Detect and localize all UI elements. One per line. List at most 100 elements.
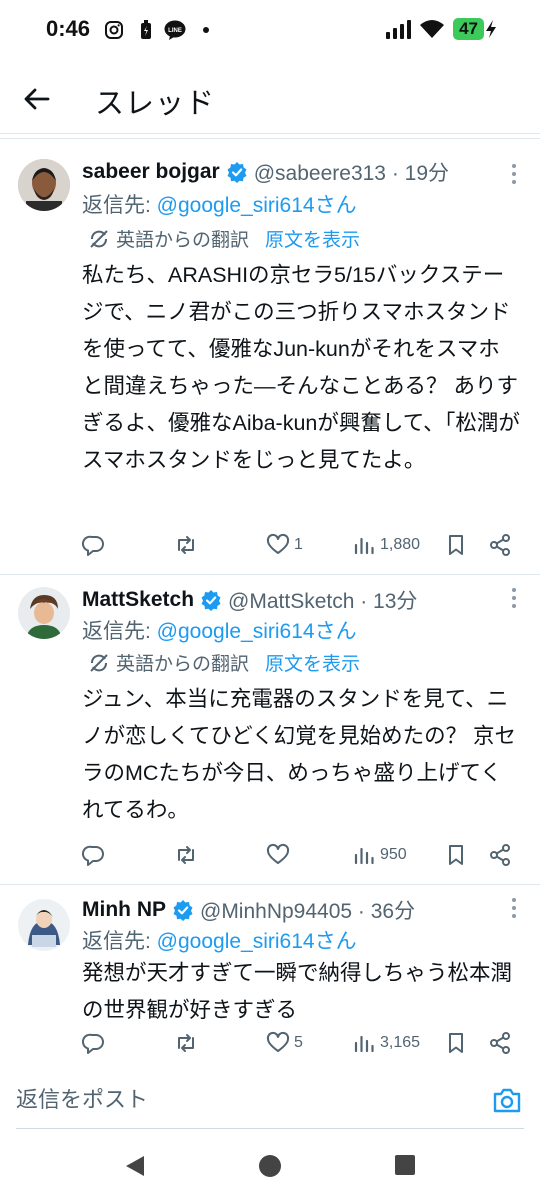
translation-line: 英語からの翻訳 原文を表示	[88, 225, 360, 252]
show-original-link[interactable]: 原文を表示	[265, 649, 360, 676]
reply-icon	[82, 845, 104, 866]
reply-icon	[82, 1033, 104, 1054]
share-button[interactable]	[488, 843, 512, 867]
bookmark-button[interactable]	[444, 843, 468, 867]
reply-mention[interactable]: @google_siri614さん	[157, 194, 357, 217]
system-nav-bar	[0, 1132, 540, 1199]
clock: 0:46	[46, 16, 91, 41]
views-icon	[354, 1035, 374, 1053]
reply-button[interactable]	[82, 533, 106, 557]
verified-badge-icon	[227, 162, 247, 183]
view-count: 950	[380, 846, 407, 863]
thread-header: スレッド	[0, 62, 540, 134]
views-icon	[354, 847, 374, 865]
signal-icon	[386, 20, 412, 39]
views-button[interactable]: 950	[352, 843, 407, 867]
avatar[interactable]	[18, 899, 70, 951]
status-bar: 0:46 LINE 47	[0, 0, 540, 62]
page-title: スレッド	[95, 88, 216, 120]
reply-composer	[0, 1068, 540, 1130]
like-button[interactable]: 1	[266, 533, 303, 557]
like-count: 1	[294, 536, 303, 553]
like-count: 5	[294, 1034, 303, 1051]
battery-indicator: 47	[453, 18, 498, 40]
camera-icon[interactable]	[492, 1086, 522, 1114]
translate-icon	[90, 229, 108, 248]
reply-to-line: 返信先: @google_siri614さん	[82, 925, 357, 955]
author-name[interactable]: Minh NP	[82, 898, 166, 922]
views-button[interactable]: 3,165	[352, 1031, 420, 1055]
author-handle[interactable]: @MinhNp94405 · 36分	[200, 895, 415, 925]
author-handle[interactable]: @sabeere313 · 19分	[254, 157, 449, 187]
like-button[interactable]: 5	[266, 1031, 303, 1055]
tweet-text: 発想が天才すぎて一瞬で納得しちゃう松本潤の世界観が好きすぎる	[82, 961, 513, 1022]
bookmark-icon	[449, 535, 463, 555]
more-options-icon[interactable]	[510, 163, 518, 185]
svg-text:LINE: LINE	[168, 28, 182, 34]
tweet-header: Minh NP @MinhNp94405 · 36分	[82, 895, 500, 925]
tweet-header: MattSketch @MattSketch · 13分	[82, 585, 500, 615]
more-options-icon[interactable]	[510, 897, 518, 919]
battery-saver-icon	[141, 20, 151, 39]
author-name[interactable]: sabeer bojgar	[82, 160, 220, 184]
share-button[interactable]	[488, 533, 512, 557]
avatar[interactable]	[18, 159, 70, 211]
share-icon	[490, 1032, 510, 1054]
verified-badge-icon	[173, 900, 193, 921]
reply-mention[interactable]: @google_siri614さん	[157, 620, 357, 643]
show-original-link[interactable]: 原文を表示	[265, 225, 360, 252]
view-count: 1,880	[380, 536, 421, 553]
reply-to-line: 返信先: @google_siri614さん	[82, 189, 357, 219]
repost-button[interactable]	[174, 843, 198, 867]
repost-icon	[178, 1034, 194, 1052]
repost-icon	[178, 536, 194, 554]
bookmark-button[interactable]	[444, 1031, 468, 1055]
reply-to-line: 返信先: @google_siri614さん	[82, 615, 357, 645]
nav-recents-icon[interactable]	[394, 1154, 416, 1176]
share-icon	[490, 844, 510, 866]
reply-divider	[16, 1128, 524, 1129]
reply-prefix: 返信先:	[82, 930, 157, 953]
bookmark-icon	[449, 845, 463, 865]
author-handle[interactable]: @MattSketch · 13分	[228, 585, 417, 615]
repost-button[interactable]	[174, 1031, 198, 1055]
reply-prefix: 返信先:	[82, 194, 157, 217]
verified-badge-icon	[201, 590, 221, 611]
dot-icon	[203, 27, 209, 33]
tweet[interactable]: sabeer bojgar @sabeere313 · 19分 返信先: @go…	[0, 139, 540, 575]
repost-button[interactable]	[174, 533, 198, 557]
nav-home-icon[interactable]	[258, 1154, 282, 1178]
instagram-icon	[105, 21, 123, 39]
status-right: 47	[385, 18, 498, 40]
reply-mention[interactable]: @google_siri614さん	[157, 930, 357, 953]
translated-label: 英語からの翻訳	[116, 230, 250, 251]
share-icon	[490, 534, 510, 556]
more-options-icon[interactable]	[510, 587, 518, 609]
nav-back-icon[interactable]	[124, 1154, 146, 1178]
charging-bolt-icon	[486, 20, 496, 38]
reply-icon	[82, 535, 104, 556]
wifi-icon	[420, 20, 445, 38]
bookmark-button[interactable]	[444, 533, 468, 557]
line-icon: LINE	[164, 20, 186, 40]
views-button[interactable]: 1,880	[352, 533, 420, 557]
tweet-actions: 5 3,165	[82, 1031, 520, 1061]
reply-button[interactable]	[82, 1031, 106, 1055]
avatar[interactable]	[18, 587, 70, 639]
battery-level: 47	[453, 18, 484, 40]
bookmark-icon	[449, 1033, 463, 1053]
share-button[interactable]	[488, 1031, 512, 1055]
back-arrow-icon[interactable]	[20, 82, 54, 116]
tweet[interactable]: Minh NP @MinhNp94405 · 36分 返信先: @google_…	[0, 885, 540, 1068]
heart-icon	[266, 533, 290, 554]
tweet-header: sabeer bojgar @sabeere313 · 19分	[82, 157, 500, 187]
heart-icon	[266, 1031, 290, 1052]
tweet[interactable]: MattSketch @MattSketch · 13分 返信先: @googl…	[0, 575, 540, 885]
reply-input[interactable]	[16, 1082, 476, 1118]
tweet-text: ジュン、本当に充電器のスタンドを見て、ニノが恋しくてひどく幻覚を見始めたの？ 京…	[82, 687, 517, 822]
like-button[interactable]	[266, 843, 294, 867]
author-name[interactable]: MattSketch	[82, 588, 194, 612]
tweet-actions: 950	[82, 843, 520, 873]
reply-button[interactable]	[82, 843, 106, 867]
translate-icon	[90, 653, 108, 672]
